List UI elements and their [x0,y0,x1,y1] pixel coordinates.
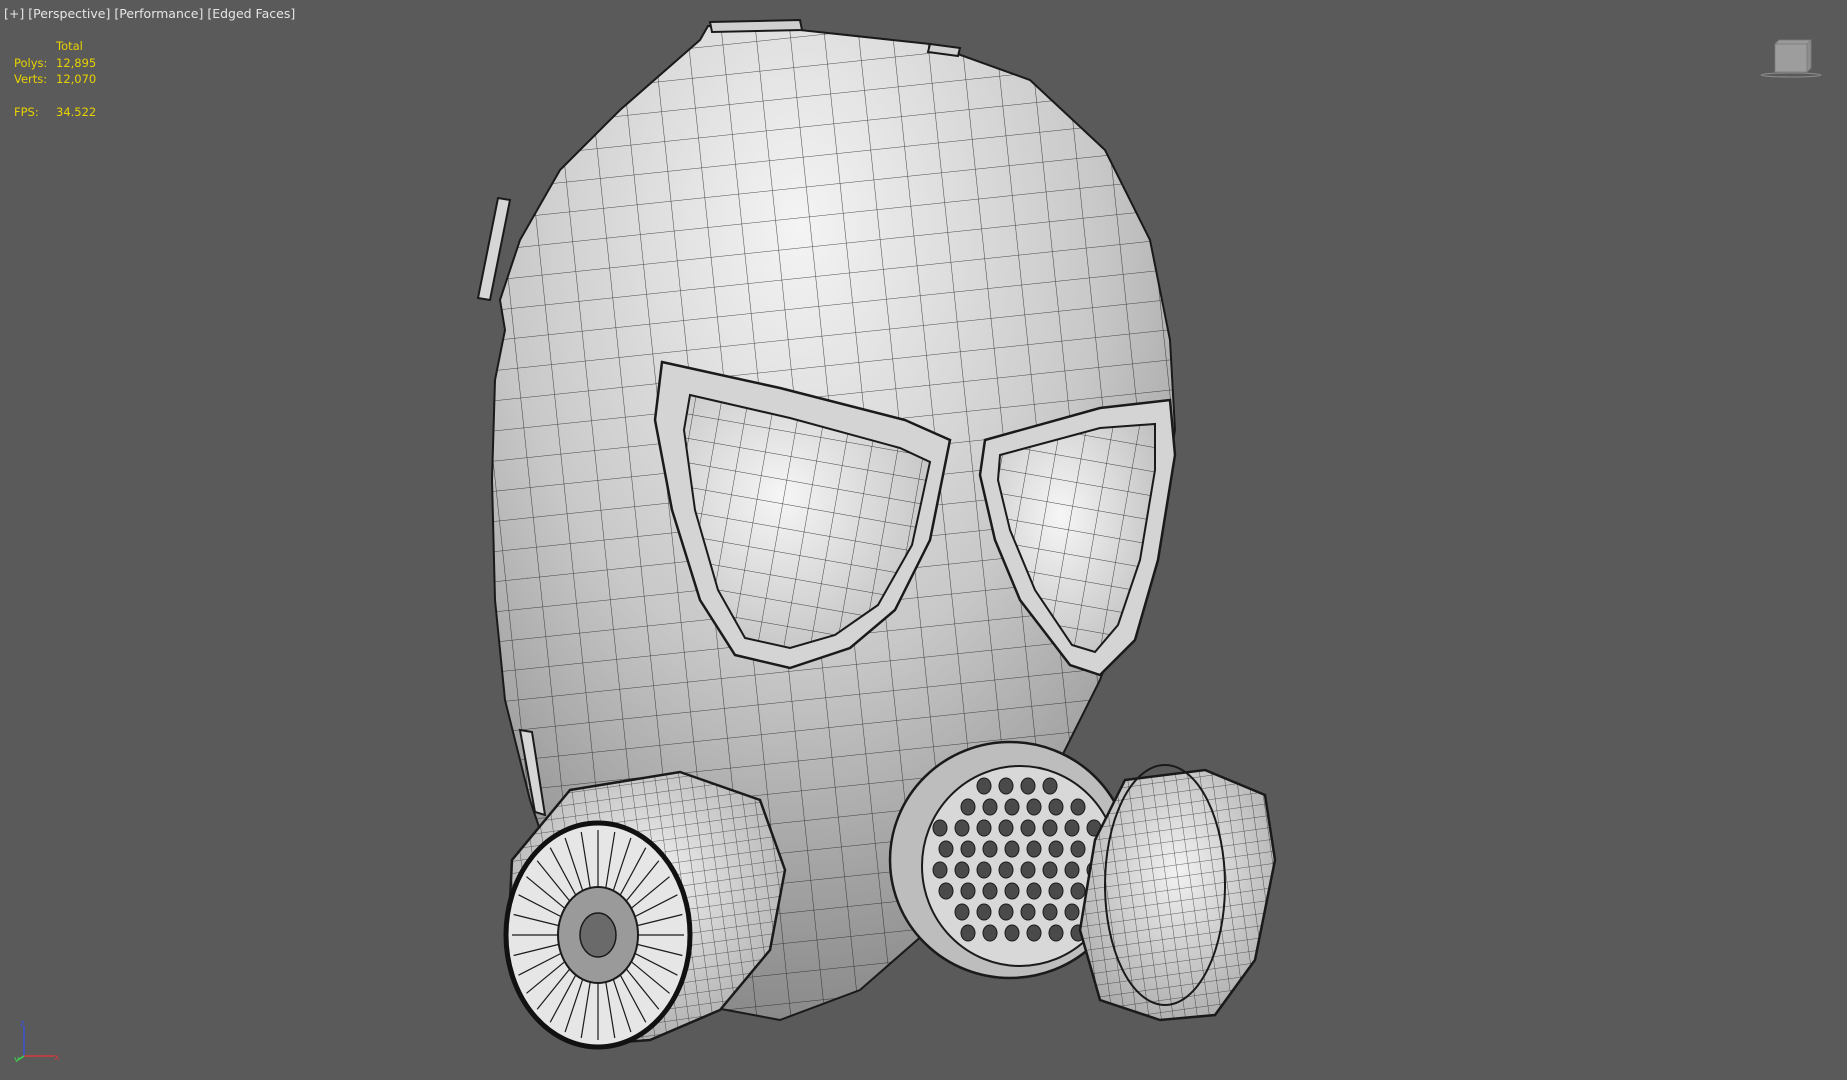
filter-hole [1004,798,1020,816]
axis-tripod-icon: z y x [14,1019,60,1062]
filter-hole [1026,882,1042,900]
filter-hole [960,840,976,858]
filter-hole [1070,840,1086,858]
gas-mask-mesh[interactable] [0,0,1847,1080]
filter-hole [960,882,976,900]
filter-hole [982,798,998,816]
filter-hole [1004,840,1020,858]
filter-hole [960,924,976,942]
perspective-viewport[interactable]: [+] [Perspective] [Performance] [Edged F… [0,0,1847,1080]
filter-hole [998,861,1014,879]
filter-hole [1064,819,1080,837]
filter-hole [1026,924,1042,942]
axis-label-y: y [14,1055,20,1062]
filter-hole [938,840,954,858]
filter-hole [1048,924,1064,942]
filter-hole [982,882,998,900]
filter-hole [998,777,1014,795]
filter-hole [1064,903,1080,921]
filter-hole [1070,882,1086,900]
filter-hole [1020,777,1036,795]
filter-hole [982,840,998,858]
filter-hole [976,777,992,795]
filter-hole [960,798,976,816]
filter-hole [1042,903,1058,921]
filter-hole [1042,861,1058,879]
filter-hole [976,861,992,879]
viewcube-icon[interactable] [1759,38,1823,78]
filter-hole [998,819,1014,837]
axis-label-x: x [54,1053,60,1062]
filter-hole [1048,798,1064,816]
filter-hole [1048,882,1064,900]
filter-hole [976,819,992,837]
filter-hole [932,819,948,837]
axis-label-z: z [20,1019,25,1029]
filter-hole [1042,819,1058,837]
filter-hole [938,882,954,900]
filter-hole [1004,882,1020,900]
filter-hole [954,861,970,879]
filter-hole [1026,798,1042,816]
filter-hole [1064,861,1080,879]
filter-hole [976,903,992,921]
filter-hole [1020,903,1036,921]
filter-hole [1004,924,1020,942]
filter-hole [954,819,970,837]
filter-hole [1042,777,1058,795]
filter-hole [932,861,948,879]
filter-hole [998,903,1014,921]
filter-hole [1020,861,1036,879]
filter-hole [1026,840,1042,858]
filter-hole [1048,840,1064,858]
filter-hole [954,903,970,921]
filter-hole [1020,819,1036,837]
filter-hole [1070,798,1086,816]
filter-hole [982,924,998,942]
